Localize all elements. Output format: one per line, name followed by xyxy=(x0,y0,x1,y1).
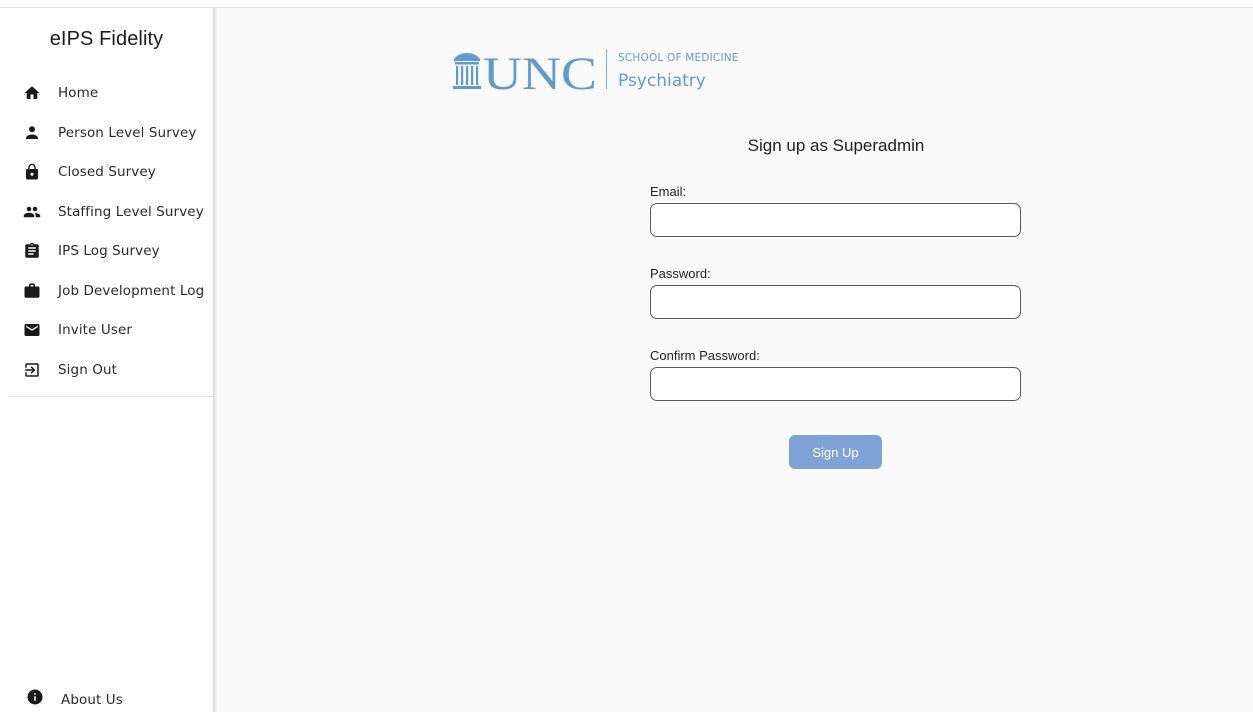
sidebar-item-job-development-log[interactable]: Job Development Log xyxy=(0,272,213,310)
top-border xyxy=(0,0,1253,8)
sidebar-item-label: Invite User xyxy=(58,322,133,338)
logout-icon xyxy=(23,361,41,379)
sidebar: eIPS Fidelity Home Person Level Survey C… xyxy=(0,8,213,712)
confirm-password-field[interactable] xyxy=(650,367,1021,401)
sidebar-item-about-us[interactable]: About Us xyxy=(0,682,213,712)
sidebar-item-label: About Us xyxy=(61,692,123,708)
sidebar-item-sign-out[interactable]: Sign Out xyxy=(0,351,213,389)
sidebar-item-label: Job Development Log xyxy=(58,283,205,299)
sidebar-item-person-level-survey[interactable]: Person Level Survey xyxy=(0,114,213,152)
confirm-password-label: Confirm Password: xyxy=(650,348,760,363)
logo-school-label: SCHOOL OF MEDICINE xyxy=(618,52,739,64)
lock-icon xyxy=(23,163,41,181)
home-icon xyxy=(23,84,41,102)
clipboard-icon xyxy=(23,242,41,260)
password-label: Password: xyxy=(650,266,711,281)
page-title: Sign up as Superadmin xyxy=(747,136,925,155)
sidebar-item-label: Staffing Level Survey xyxy=(58,204,204,220)
sidebar-item-home[interactable]: Home xyxy=(0,74,213,112)
sign-up-button[interactable]: Sign Up xyxy=(789,435,882,469)
password-field[interactable] xyxy=(650,285,1021,319)
people-icon xyxy=(23,203,41,221)
person-icon xyxy=(23,124,41,142)
sidebar-divider xyxy=(8,396,213,397)
info-icon xyxy=(26,688,44,706)
sidebar-item-invite-user[interactable]: Invite User xyxy=(0,311,213,349)
logo-separator xyxy=(606,49,607,89)
app-title: eIPS Fidelity xyxy=(49,28,164,50)
sidebar-item-label: Closed Survey xyxy=(58,164,156,180)
sidebar-item-label: Home xyxy=(58,85,99,101)
sidebar-item-staffing-level-survey[interactable]: Staffing Level Survey xyxy=(0,193,213,231)
sidebar-item-closed-survey[interactable]: Closed Survey xyxy=(0,153,213,191)
logo-wordmark: UNC xyxy=(483,48,597,92)
email-field[interactable] xyxy=(650,203,1021,237)
sidebar-item-label: IPS Log Survey xyxy=(58,243,160,259)
logo-department-label: Psychiatry xyxy=(618,71,706,91)
sidebar-item-label: Sign Out xyxy=(58,362,118,378)
sidebar-item-label: Person Level Survey xyxy=(58,125,197,141)
sidebar-item-ips-log-survey[interactable]: IPS Log Survey xyxy=(0,232,213,270)
unc-wordmark-logo: UNC xyxy=(453,48,597,92)
email-label: Email: xyxy=(650,184,687,199)
briefcase-icon xyxy=(23,282,41,300)
sidebar-shadow xyxy=(213,8,217,712)
mail-icon xyxy=(23,321,41,339)
